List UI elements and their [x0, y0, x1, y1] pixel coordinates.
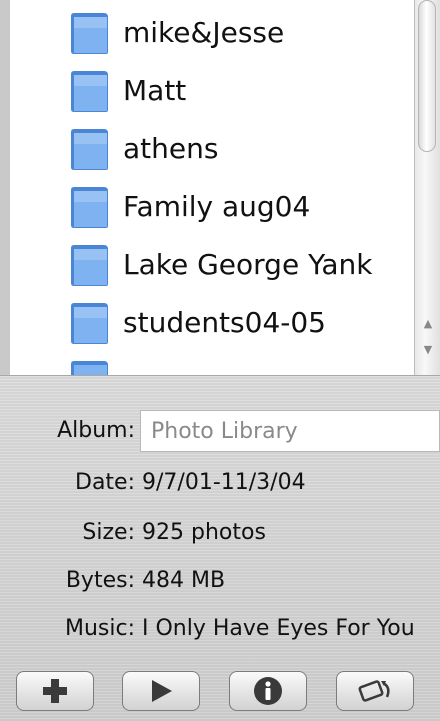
- folder-icon: [71, 187, 108, 228]
- music-label: Music:: [64, 616, 135, 641]
- album-item[interactable]: athens: [10, 120, 415, 178]
- folder-icon: [71, 245, 108, 286]
- album-label: Lake George Yank: [123, 248, 373, 281]
- folder-icon: [71, 129, 108, 170]
- info-panel: Album: Photo Library Date: 9/7/01-11/3/0…: [0, 375, 440, 721]
- info-button[interactable]: [229, 671, 307, 711]
- rotate-button[interactable]: [336, 671, 414, 711]
- album-item[interactable]: Lake George Yank: [10, 236, 415, 294]
- size-label: Size:: [82, 520, 135, 545]
- album-item[interactable]: mike&Jesse: [10, 4, 415, 62]
- folder-icon: [71, 13, 108, 54]
- album-label: Family aug04: [123, 190, 311, 223]
- info-icon: [254, 677, 282, 705]
- album-label-text: Album:: [57, 418, 135, 443]
- size-value: 925 photos: [142, 520, 266, 545]
- vertical-scrollbar[interactable]: ▲ ▼: [414, 0, 440, 375]
- play-icon: [152, 680, 172, 702]
- album-list: mike&Jesse Matt athens Family aug04 Lake…: [0, 0, 440, 375]
- add-icon: [43, 679, 67, 703]
- scroll-up-arrow-icon[interactable]: ▲: [415, 314, 440, 334]
- album-item[interactable]: Family aug04: [10, 178, 415, 236]
- slideshow-play-button[interactable]: [122, 671, 200, 711]
- album-item-partial[interactable]: [10, 352, 415, 375]
- album-label: mike&Jesse: [123, 16, 285, 49]
- rotate-icon: [358, 680, 390, 702]
- date-value: 9/7/01-11/3/04: [142, 470, 306, 495]
- album-item[interactable]: Matt: [10, 62, 415, 120]
- album-label: Matt: [123, 74, 187, 107]
- album-label: students04-05: [123, 306, 326, 339]
- scroll-down-arrow-icon[interactable]: ▼: [415, 340, 440, 360]
- date-label: Date:: [75, 470, 135, 495]
- scroll-thumb[interactable]: [418, 0, 436, 152]
- folder-icon: [71, 303, 108, 344]
- add-album-button[interactable]: [16, 671, 94, 711]
- album-item[interactable]: students04-05: [10, 294, 415, 352]
- bytes-value: 484 MB: [142, 568, 226, 593]
- folder-icon: [71, 361, 108, 375]
- album-label: athens: [123, 132, 219, 165]
- album-name-field[interactable]: Photo Library: [140, 410, 440, 452]
- folder-icon: [71, 71, 108, 112]
- music-value[interactable]: I Only Have Eyes For You: [142, 618, 440, 640]
- bytes-label: Bytes:: [65, 568, 135, 593]
